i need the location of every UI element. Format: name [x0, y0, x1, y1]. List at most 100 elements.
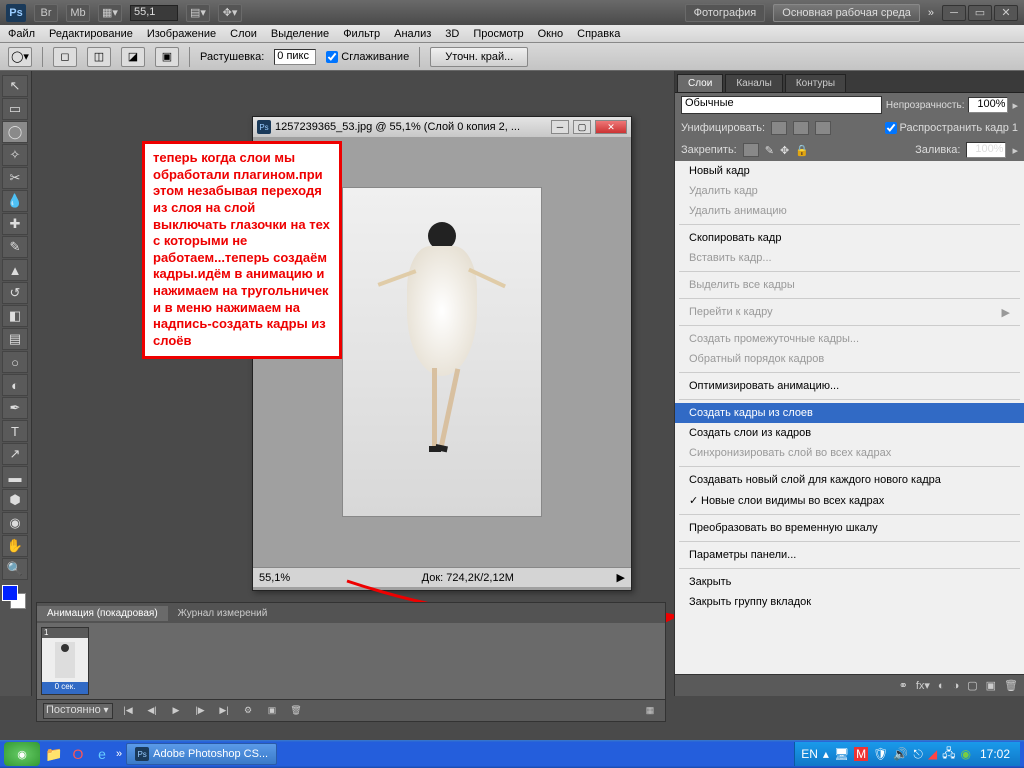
ctx-close[interactable]: Закрыть [675, 572, 1024, 592]
frame-thumbnail[interactable] [42, 638, 88, 682]
last-frame-button[interactable]: ▶| [215, 704, 233, 718]
menu-select[interactable]: Выделение [271, 28, 329, 40]
pen-tool[interactable]: ✒ [2, 397, 28, 419]
task-photoshop[interactable]: PsAdobe Photoshop CS... [126, 743, 277, 765]
adjust-icon[interactable]: ◑ [953, 680, 960, 692]
delete-frame-button[interactable]: 🗑 [287, 704, 305, 718]
blend-mode-select[interactable]: Обычные [681, 96, 882, 114]
ctx-frames-from-layers[interactable]: Создать кадры из слоев [675, 403, 1024, 423]
next-frame-button[interactable]: |▶ [191, 704, 209, 718]
eyedropper-tool[interactable]: 💧 [2, 190, 28, 212]
group-icon[interactable]: ▢ [967, 679, 977, 692]
3d-tool[interactable]: ⬢ [2, 489, 28, 511]
unify-style-icon[interactable] [815, 121, 831, 135]
subtract-selection-icon[interactable]: ◪ [121, 47, 145, 67]
ctx-new-layer-per-frame[interactable]: Создавать новый слой для каждого нового … [675, 470, 1024, 490]
menu-filter[interactable]: Фильтр [343, 28, 380, 40]
document-titlebar[interactable]: Ps 1257239365_53.jpg @ 55,1% (Слой 0 коп… [253, 117, 631, 137]
tray-avira-icon[interactable]: ◢ [928, 747, 937, 761]
propagate-checkbox[interactable]: Распространить кадр 1 [885, 122, 1018, 134]
eraser-tool[interactable]: ◧ [2, 305, 28, 327]
timeline-mode-button[interactable]: ▦ [641, 704, 659, 718]
unify-vis-icon[interactable] [793, 121, 809, 135]
ctx-panel-options[interactable]: Параметры панели... [675, 545, 1024, 565]
prev-frame-button[interactable]: ◀| [143, 704, 161, 718]
link-icon[interactable]: ⚭ [899, 679, 908, 692]
play-button[interactable]: ▶ [167, 704, 185, 718]
menu-help[interactable]: Справка [577, 28, 620, 40]
gradient-tool[interactable]: ▤ [2, 328, 28, 350]
ctx-new-frame[interactable]: Новый кадр [675, 161, 1024, 181]
ctx-layers-from-frames[interactable]: Создать слои из кадров [675, 423, 1024, 443]
window-maximize-button[interactable]: ▭ [968, 5, 992, 21]
opacity-input[interactable]: 100% [968, 97, 1008, 113]
lock-move-icon[interactable]: ✥ [780, 144, 789, 157]
doc-minimize-button[interactable]: ─ [551, 120, 569, 134]
heal-tool[interactable]: ✚ [2, 213, 28, 235]
doc-info-arrow-icon[interactable]: ▶ [617, 571, 625, 584]
tab-layers[interactable]: Слои [677, 74, 723, 92]
color-swatch[interactable] [2, 585, 29, 609]
menu-view[interactable]: Просмотр [473, 28, 523, 40]
more-icon[interactable]: » [928, 7, 934, 19]
frame-duration[interactable]: 0 сек. [42, 682, 88, 694]
path-tool[interactable]: ↗ [2, 443, 28, 465]
refine-edge-button[interactable]: Уточн. край... [430, 47, 528, 67]
minibridge-icon[interactable]: Mb [66, 4, 90, 22]
tray-expand-icon[interactable]: ▴ [823, 747, 829, 761]
start-button[interactable]: ◉ [4, 742, 40, 766]
tween-button[interactable]: ⚙ [239, 704, 257, 718]
tray-net-icon[interactable]: 🖧 [942, 744, 955, 765]
move-tool[interactable]: ↖ [2, 75, 28, 97]
feather-input[interactable]: 0 пикс [274, 49, 316, 65]
doc-maximize-button[interactable]: ▢ [573, 120, 591, 134]
window-close-button[interactable]: ✕ [994, 5, 1018, 21]
stamp-tool[interactable]: ▲ [2, 259, 28, 281]
fill-input[interactable]: 100% [966, 142, 1006, 158]
new-selection-icon[interactable]: ◻ [53, 47, 77, 67]
menu-edit[interactable]: Редактирование [49, 28, 133, 40]
tray-volume-icon[interactable]: 🔊 [893, 747, 908, 761]
unify-pos-icon[interactable] [771, 121, 787, 135]
tray-usb-icon[interactable]: ⎋ [913, 747, 923, 762]
menu-file[interactable]: Файл [8, 28, 35, 40]
antialias-checkbox[interactable]: Сглаживание [326, 51, 409, 63]
type-tool[interactable]: T [2, 420, 28, 442]
brush-tool[interactable]: ✎ [2, 236, 28, 258]
trash-icon[interactable]: 🗑 [1004, 679, 1018, 692]
dodge-tool[interactable]: ◐ [2, 374, 28, 396]
ql-ie-icon[interactable]: e [92, 744, 112, 764]
crop-tool[interactable]: ✂ [2, 167, 28, 189]
history-brush-tool[interactable]: ↺ [2, 282, 28, 304]
doc-zoom[interactable]: 55,1% [259, 572, 319, 584]
workspace-photo-button[interactable]: Фотография [685, 4, 766, 22]
ctx-new-layers-visible[interactable]: ✓Новые слои видимы во всех кадрах [675, 490, 1024, 511]
lock-transparency-icon[interactable] [743, 143, 759, 157]
marquee-tool[interactable]: ▭ [2, 98, 28, 120]
tray-shield-icon[interactable]: 🛡 [873, 747, 888, 761]
tray-nvidia-icon[interactable]: ◉ [960, 747, 970, 761]
tray-m-icon[interactable]: M [854, 747, 868, 761]
animation-frame[interactable]: 1 0 сек. [41, 627, 89, 695]
tray-monitor-icon[interactable]: 🖥 [834, 747, 849, 761]
hand-icon[interactable]: ✥▾ [218, 4, 242, 22]
workspace-essentials-button[interactable]: Основная рабочая среда [773, 4, 920, 22]
opacity-arrow-icon[interactable]: ▸ [1012, 99, 1018, 112]
screenmode-icon[interactable]: ▦▾ [98, 4, 122, 22]
mask-icon[interactable]: ◐ [938, 680, 945, 692]
lasso-tool[interactable]: ◯ [2, 121, 28, 143]
menu-analysis[interactable]: Анализ [394, 28, 431, 40]
menu-layers[interactable]: Слои [230, 28, 257, 40]
tab-measurement[interactable]: Журнал измерений [168, 606, 278, 621]
window-minimize-button[interactable]: ─ [942, 5, 966, 21]
bridge-icon[interactable]: Br [34, 4, 58, 22]
ctx-optimize[interactable]: Оптимизировать анимацию... [675, 376, 1024, 396]
lock-brush-icon[interactable]: ✎ [765, 144, 774, 157]
tab-channels[interactable]: Каналы [725, 74, 783, 92]
ql-more-icon[interactable]: » [116, 748, 122, 760]
lock-all-icon[interactable]: 🔒 [795, 144, 809, 157]
ql-folder-icon[interactable]: 📁 [44, 744, 64, 764]
ctx-copy-frame[interactable]: Скопировать кадр [675, 228, 1024, 248]
new-layer-icon[interactable]: ▣ [986, 679, 996, 692]
zoom-tool[interactable]: 🔍 [2, 558, 28, 580]
